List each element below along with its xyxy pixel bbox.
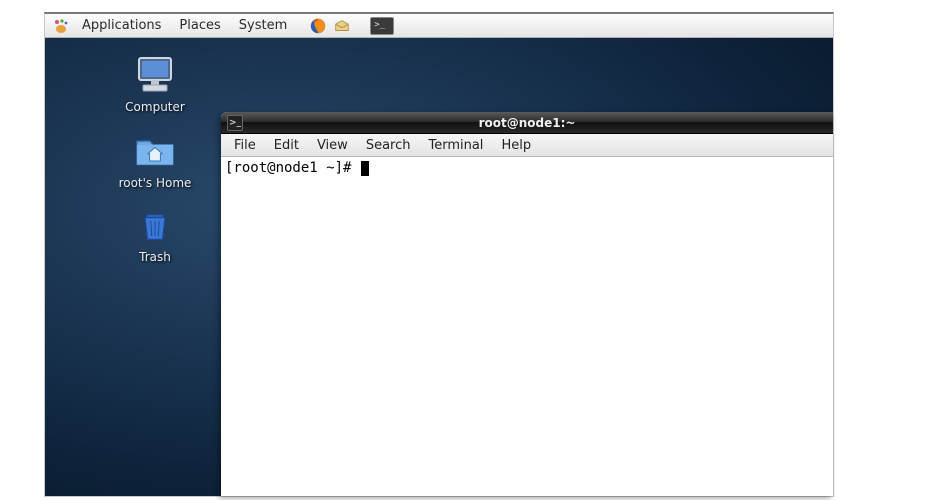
package-updater-icon[interactable] xyxy=(332,16,352,36)
desktop-icon-trash[interactable]: Trash xyxy=(105,206,205,264)
desktop-icon-label: Computer xyxy=(125,100,185,114)
home-folder-icon xyxy=(131,132,179,172)
terminal-menu-search[interactable]: Search xyxy=(357,136,420,155)
terminal-menu-terminal[interactable]: Terminal xyxy=(419,136,492,155)
computer-icon xyxy=(131,56,179,96)
firefox-icon[interactable] xyxy=(308,16,328,36)
terminal-body[interactable]: [root@node1 ~]# xyxy=(221,157,833,496)
desktop-screen: Applications Places System >_ Computer xyxy=(44,12,834,497)
panel-menu-applications[interactable]: Applications xyxy=(75,16,168,35)
top-panel: Applications Places System >_ xyxy=(45,14,833,38)
terminal-cursor xyxy=(361,161,369,176)
panel-menu-system[interactable]: System xyxy=(232,16,294,35)
panel-menu-places[interactable]: Places xyxy=(172,16,227,35)
desktop-icon-computer[interactable]: Computer xyxy=(105,56,205,114)
terminal-title: root@node1:~ xyxy=(221,116,833,130)
terminal-launcher-icon[interactable]: >_ xyxy=(370,17,394,35)
gnome-foot-icon xyxy=(51,16,71,36)
desktop-icon-label: Trash xyxy=(139,250,171,264)
terminal-menu-view[interactable]: View xyxy=(308,136,357,155)
terminal-menu-file[interactable]: File xyxy=(225,136,265,155)
terminal-prompt: [root@node1 ~]# xyxy=(225,160,360,176)
trash-icon xyxy=(131,206,179,246)
desktop-icon-label: root's Home xyxy=(119,176,192,190)
terminal-menu-help[interactable]: Help xyxy=(492,136,540,155)
desktop-icon-home[interactable]: root's Home xyxy=(105,132,205,190)
terminal-window: >_ root@node1:~ File Edit View Search Te… xyxy=(221,112,833,496)
terminal-titlebar[interactable]: >_ root@node1:~ xyxy=(221,112,833,134)
terminal-menu-edit[interactable]: Edit xyxy=(265,136,308,155)
terminal-menubar: File Edit View Search Terminal Help xyxy=(221,134,833,157)
